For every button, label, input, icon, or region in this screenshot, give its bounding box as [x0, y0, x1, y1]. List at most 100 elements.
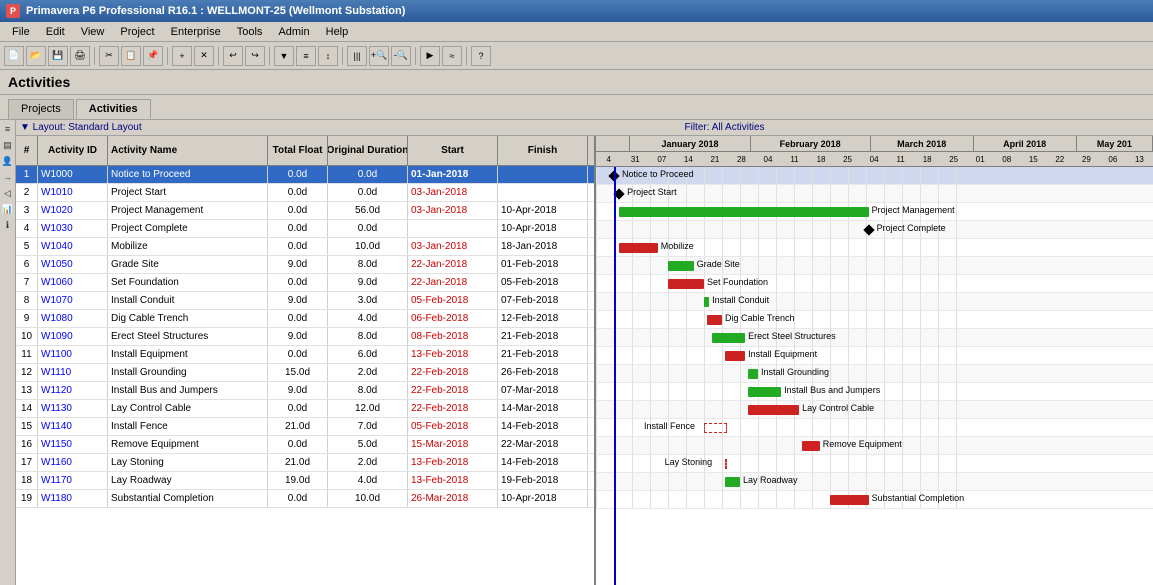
table-row[interactable]: 4W1030Project Complete0.0d0.0d10-Apr-201…: [16, 220, 594, 238]
table-row[interactable]: 1W1000Notice to Proceed0.0d0.0d01-Jan-20…: [16, 166, 594, 184]
icon-resources[interactable]: 👤: [1, 154, 15, 168]
tab-projects[interactable]: Projects: [8, 99, 74, 119]
gantt-row[interactable]: Notice to Proceed: [596, 167, 1153, 185]
table-row[interactable]: 18W1170Lay Roadway19.0d4.0d13-Feb-201819…: [16, 472, 594, 490]
gantt-row[interactable]: Mobilize: [596, 239, 1153, 257]
menu-enterprise[interactable]: Enterprise: [163, 25, 229, 39]
gantt-row[interactable]: Substantial Completion: [596, 491, 1153, 509]
gantt-bar: [712, 333, 745, 343]
table-row[interactable]: 6W1050Grade Site9.0d8.0d22-Jan-201801-Fe…: [16, 256, 594, 274]
tb-open[interactable]: 📂: [26, 46, 46, 66]
day-col: 11: [782, 152, 809, 166]
table-row[interactable]: 16W1150Remove Equipment0.0d5.0d15-Mar-20…: [16, 436, 594, 454]
tb-add[interactable]: +: [172, 46, 192, 66]
table-row[interactable]: 5W1040Mobilize0.0d10.0d03-Jan-201818-Jan…: [16, 238, 594, 256]
main-container: Activities Projects Activities ≡ ▤ 👤 → ◁…: [0, 70, 1153, 585]
gantt-row[interactable]: Lay Control Cable: [596, 401, 1153, 419]
gantt-row[interactable]: Erect Steel Structures: [596, 329, 1153, 347]
gantt-label: Erect Steel Structures: [748, 331, 836, 341]
gantt-row[interactable]: Grade Site: [596, 257, 1153, 275]
gantt-row[interactable]: Install Grounding: [596, 365, 1153, 383]
gantt-label: Lay Roadway: [743, 475, 798, 485]
menu-help[interactable]: Help: [318, 25, 357, 39]
today-line: [614, 167, 616, 585]
tb-new[interactable]: 📄: [4, 46, 24, 66]
grid-cell: W1090: [38, 328, 108, 345]
icon-gantt[interactable]: 📊: [1, 202, 15, 216]
tb-filter[interactable]: ▼: [274, 46, 294, 66]
tb-help[interactable]: ?: [471, 46, 491, 66]
gantt-row[interactable]: Remove Equipment: [596, 437, 1153, 455]
table-row[interactable]: 15W1140Install Fence21.0d7.0d05-Feb-2018…: [16, 418, 594, 436]
table-row[interactable]: 3W1020Project Management0.0d56.0d03-Jan-…: [16, 202, 594, 220]
day-col: 15: [1021, 152, 1048, 166]
tb-sort[interactable]: ↕: [318, 46, 338, 66]
gantt-row[interactable]: Install Fence: [596, 419, 1153, 437]
icon-activities[interactable]: ≡: [1, 122, 15, 136]
menu-file[interactable]: File: [4, 25, 38, 39]
menu-admin[interactable]: Admin: [270, 25, 317, 39]
menu-project[interactable]: Project: [112, 25, 162, 39]
grid-cell: 16: [16, 436, 38, 453]
gantt-row[interactable]: Install Bus and Jumpers: [596, 383, 1153, 401]
gantt-row[interactable]: Project Management: [596, 203, 1153, 221]
tb-zoom-out[interactable]: -🔍: [391, 46, 411, 66]
menu-tools[interactable]: Tools: [229, 25, 271, 39]
tb-redo[interactable]: ↪: [245, 46, 265, 66]
grid-cell: 03-Jan-2018: [408, 238, 498, 255]
tb-zoom-in[interactable]: +🔍: [369, 46, 389, 66]
table-row[interactable]: 8W1070Install Conduit9.0d3.0d05-Feb-2018…: [16, 292, 594, 310]
table-row[interactable]: 19W1180Substantial Completion0.0d10.0d26…: [16, 490, 594, 508]
tb-delete[interactable]: ✕: [194, 46, 214, 66]
table-row[interactable]: 10W1090Erect Steel Structures9.0d8.0d08-…: [16, 328, 594, 346]
grid-cell: Install Grounding: [108, 364, 268, 381]
table-row[interactable]: 12W1110Install Grounding15.0d2.0d22-Feb-…: [16, 364, 594, 382]
table-row[interactable]: 17W1160Lay Stoning21.0d2.0d13-Feb-201814…: [16, 454, 594, 472]
icon-collapse[interactable]: ◁: [1, 186, 15, 200]
icon-logic[interactable]: →: [1, 170, 15, 184]
grid-cell: 5: [16, 238, 38, 255]
tb-group[interactable]: ≡: [296, 46, 316, 66]
table-row[interactable]: 2W1010Project Start0.0d0.0d03-Jan-2018: [16, 184, 594, 202]
tb-schedule[interactable]: ▶: [420, 46, 440, 66]
gantt-label: Set Foundation: [707, 277, 768, 287]
table-row[interactable]: 9W1080Dig Cable Trench0.0d4.0d06-Feb-201…: [16, 310, 594, 328]
grid-cell: 15: [16, 418, 38, 435]
gantt-bar-dashed: [725, 459, 728, 469]
grid-cell: Grade Site: [108, 256, 268, 273]
gantt-row[interactable]: Lay Roadway: [596, 473, 1153, 491]
gantt-row[interactable]: Set Foundation: [596, 275, 1153, 293]
table-row[interactable]: 13W1120Install Bus and Jumpers9.0d8.0d22…: [16, 382, 594, 400]
menu-edit[interactable]: Edit: [38, 25, 73, 39]
col-float: Total Float: [268, 136, 328, 165]
gantt-row[interactable]: Project Start: [596, 185, 1153, 203]
tb-undo[interactable]: ↩: [223, 46, 243, 66]
day-col: 4: [596, 152, 623, 166]
gantt-row[interactable]: Dig Cable Trench: [596, 311, 1153, 329]
gantt-row[interactable]: Project Complete: [596, 221, 1153, 239]
gantt-row[interactable]: Install Conduit: [596, 293, 1153, 311]
gantt-label: Grade Site: [697, 259, 740, 269]
tb-copy[interactable]: 📋: [121, 46, 141, 66]
grid-cell: 21-Feb-2018: [498, 328, 588, 345]
icon-wbs[interactable]: ▤: [1, 138, 15, 152]
gantt-row[interactable]: Lay Stoning: [596, 455, 1153, 473]
tb-save[interactable]: 💾: [48, 46, 68, 66]
tb-paste[interactable]: 📌: [143, 46, 163, 66]
grid-cell: 56.0d: [328, 202, 408, 219]
gantt-row[interactable]: Install Equipment: [596, 347, 1153, 365]
tb-level[interactable]: ≈: [442, 46, 462, 66]
tb-columns[interactable]: |||: [347, 46, 367, 66]
tb-cut[interactable]: ✂: [99, 46, 119, 66]
grid-cell: Remove Equipment: [108, 436, 268, 453]
grid-cell: 14-Feb-2018: [498, 454, 588, 471]
table-row[interactable]: 11W1100Install Equipment0.0d6.0d13-Feb-2…: [16, 346, 594, 364]
tab-activities[interactable]: Activities: [76, 99, 151, 119]
icon-details[interactable]: ℹ: [1, 218, 15, 232]
tb-print[interactable]: 🖨: [70, 46, 90, 66]
table-row[interactable]: 14W1130Lay Control Cable0.0d12.0d22-Feb-…: [16, 400, 594, 418]
grid-cell: 3: [16, 202, 38, 219]
table-row[interactable]: 7W1060Set Foundation0.0d9.0d22-Jan-20180…: [16, 274, 594, 292]
menu-view[interactable]: View: [73, 25, 113, 39]
grid-cell: 21.0d: [268, 418, 328, 435]
